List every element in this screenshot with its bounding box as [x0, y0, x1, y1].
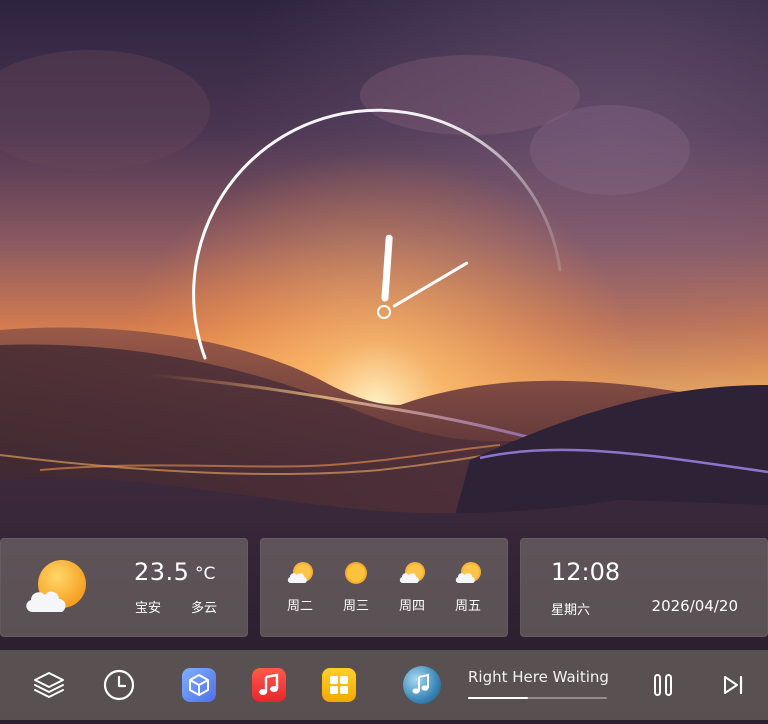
sunny-icon	[345, 562, 367, 584]
forecast-day: 周五	[448, 560, 488, 614]
partly-cloudy-icon	[26, 560, 86, 612]
forecast-day-label: 周四	[398, 599, 425, 614]
partly-cloudy-icon	[399, 562, 425, 583]
music-note-icon	[259, 673, 279, 695]
forecast-day-label: 周二	[286, 599, 313, 614]
cube-app-icon[interactable]	[182, 668, 216, 702]
digital-time: 12:08	[551, 558, 621, 586]
skip-next-icon	[724, 675, 743, 695]
date-label: 2026/04/20	[651, 597, 738, 615]
weather-widget[interactable]: 23.5 °C 宝安 多云	[0, 538, 248, 637]
weekday-label: 星期六	[551, 603, 591, 618]
grid-icon	[330, 676, 348, 694]
forecast-day: 周二	[280, 560, 320, 614]
temperature-value: 23.5	[134, 558, 190, 586]
datetime-widget[interactable]: 12:08 星期六 2026/04/20	[520, 538, 768, 637]
forecast-day: 周四	[392, 560, 432, 614]
clock-icon	[103, 669, 135, 701]
music-app-icon[interactable]	[252, 668, 286, 702]
pause-icon	[654, 674, 672, 696]
temperature-unit: °C	[195, 564, 216, 584]
partly-cloudy-icon	[455, 562, 481, 583]
forecast-day-label: 周五	[454, 599, 481, 614]
forecast-widget[interactable]: 周二 周三 周四 周五	[260, 538, 508, 637]
skip-next-button[interactable]	[718, 670, 748, 700]
weather-condition: 多云	[191, 601, 218, 616]
playback-progress-fill	[468, 697, 528, 699]
forecast-day-label: 周三	[342, 599, 369, 614]
layers-button[interactable]	[32, 668, 66, 702]
playback-progress-bar[interactable]	[468, 697, 607, 699]
layers-icon	[34, 672, 64, 698]
cube-icon	[189, 674, 209, 696]
track-title[interactable]: Right Here Waiting	[468, 668, 609, 686]
pause-button[interactable]	[648, 670, 678, 700]
forecast-day: 周三	[336, 560, 376, 614]
partly-cloudy-icon	[287, 562, 313, 583]
grid-app-icon[interactable]	[322, 668, 356, 702]
music-note-icon	[412, 673, 429, 694]
weather-location: 宝安	[135, 601, 162, 616]
clock-button[interactable]	[102, 668, 136, 702]
album-art-icon[interactable]	[403, 666, 441, 704]
